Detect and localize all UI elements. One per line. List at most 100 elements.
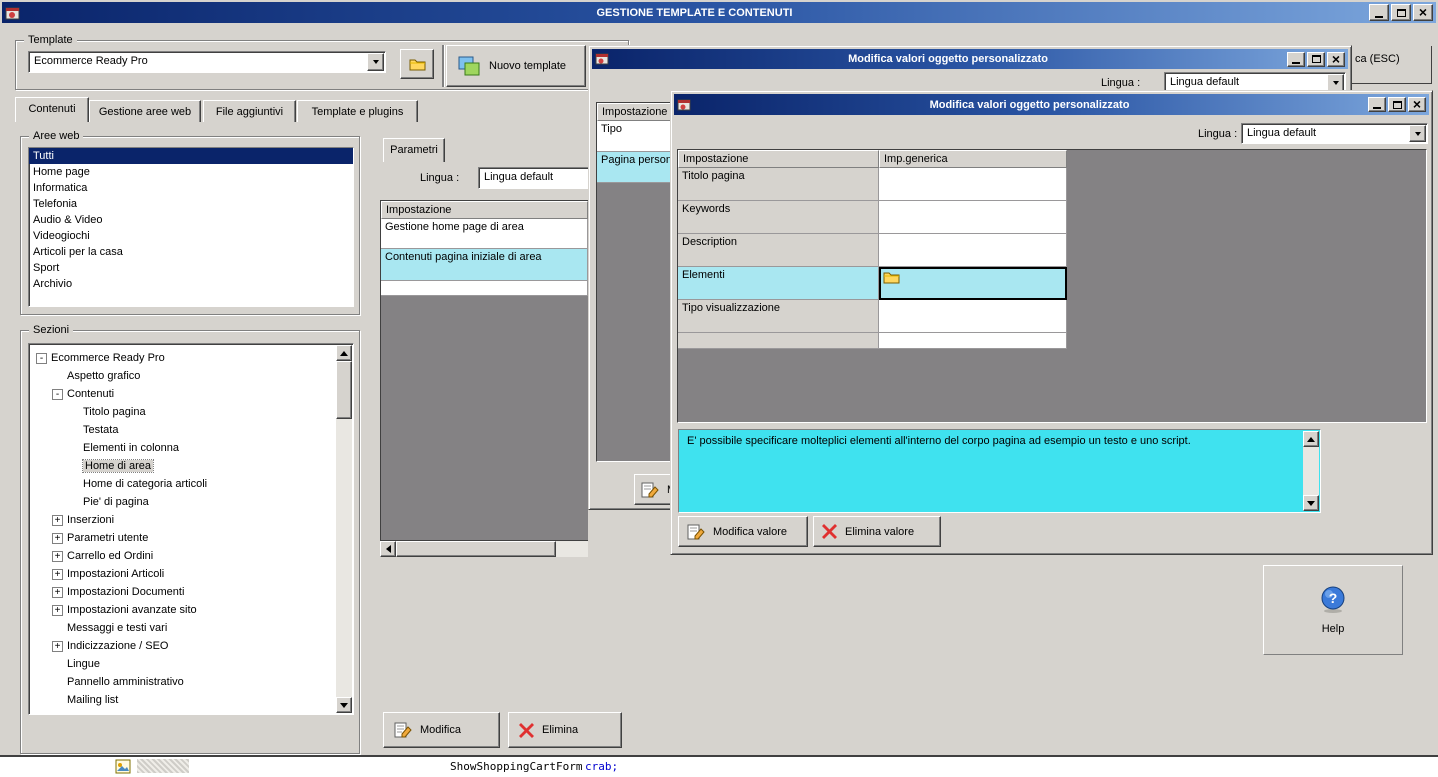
scrollbar-thumb[interactable] <box>396 541 556 557</box>
tree-item-selected[interactable]: Home di area <box>31 457 335 475</box>
scroll-up-button[interactable] <box>1303 431 1319 447</box>
setting-value-cell[interactable] <box>879 300 1067 333</box>
tree-scrollbar[interactable] <box>336 345 352 713</box>
setting-value-cell[interactable] <box>879 234 1067 267</box>
tree-item[interactable]: Pannello amministrativo <box>31 673 335 691</box>
help-button[interactable]: ? Help <box>1263 565 1403 655</box>
setting-value-editor[interactable] <box>879 267 1067 300</box>
tree-expander-icon[interactable]: + <box>52 586 63 598</box>
tree-item[interactable]: Aspetto grafico <box>31 367 335 385</box>
list-item-audio-video[interactable]: Audio & Video <box>29 212 353 228</box>
tree-item[interactable]: Lingue <box>31 655 335 673</box>
tree-expander-icon[interactable]: + <box>52 640 63 652</box>
tree-expander-icon[interactable]: - <box>52 388 63 400</box>
folder-icon[interactable] <box>883 271 900 284</box>
list-item-informatica[interactable]: Informatica <box>29 180 353 196</box>
setting-value-cell[interactable] <box>879 201 1067 234</box>
tree-expander-icon[interactable]: + <box>52 568 63 580</box>
table-row[interactable]: Description <box>678 234 1067 267</box>
setting-name-cell[interactable]: Keywords <box>678 201 879 234</box>
tab-parametri[interactable]: Parametri <box>383 138 445 162</box>
table-row-empty[interactable] <box>381 281 588 296</box>
close-button[interactable] <box>1327 51 1345 67</box>
template-combo[interactable]: Ecommerce Ready Pro <box>28 51 386 73</box>
scroll-down-button[interactable] <box>1303 495 1319 511</box>
info-scrollbar[interactable] <box>1303 431 1319 511</box>
setting-name-cell[interactable]: Description <box>678 234 879 267</box>
tree-item[interactable]: Elementi in colonna <box>31 439 335 457</box>
background-widget-fragment[interactable] <box>115 759 189 774</box>
scrollbar-thumb[interactable] <box>336 361 352 419</box>
tree-item[interactable]: + Indicizzazione / SEO <box>31 637 335 655</box>
modifica-button[interactable]: Modifica <box>383 712 500 748</box>
lingua-combo-arrow[interactable] <box>1409 125 1426 142</box>
tree-item[interactable]: + Carrello ed Ordini <box>31 547 335 565</box>
list-item-home-page[interactable]: Home page <box>29 164 353 180</box>
setting-name-cell[interactable]: Elementi <box>678 267 879 300</box>
open-template-button[interactable] <box>400 49 434 79</box>
tree-item[interactable]: Titolo pagina <box>31 403 335 421</box>
scroll-up-button[interactable] <box>336 345 352 361</box>
tree-expander-icon[interactable]: + <box>52 532 63 544</box>
tree-item[interactable]: - Contenuti <box>31 385 335 403</box>
setting-name-cell[interactable]: Titolo pagina <box>678 168 879 201</box>
template-combo-arrow[interactable] <box>367 53 384 71</box>
setting-name-cell[interactable] <box>678 333 879 349</box>
tree-expander-icon[interactable]: + <box>52 550 63 562</box>
minimize-button[interactable] <box>1287 51 1305 67</box>
tab-gestione-aree-web[interactable]: Gestione aree web <box>89 100 201 122</box>
elimina-valore-button[interactable]: Elimina valore <box>813 516 941 547</box>
lingua-combo[interactable]: Lingua default <box>1241 123 1428 144</box>
scroll-left-button[interactable] <box>380 541 396 557</box>
tree-item[interactable]: + Impostazioni Articoli <box>31 565 335 583</box>
minimize-button[interactable] <box>1368 97 1386 112</box>
new-template-button[interactable]: Nuovo template <box>446 45 586 87</box>
table-row[interactable]: Titolo pagina <box>678 168 1067 201</box>
main-titlebar[interactable]: GESTIONE TEMPLATE E CONTENUTI <box>2 2 1436 23</box>
maximize-button[interactable] <box>1307 51 1325 67</box>
tree-item[interactable]: Home di categoria articoli <box>31 475 335 493</box>
list-item-tutti[interactable]: Tutti <box>29 148 353 164</box>
modifica-valore-button[interactable]: Modifica valore <box>678 516 808 547</box>
parametri-table-hscroll[interactable] <box>380 541 588 557</box>
list-item-articoli-per-la-casa[interactable]: Articoli per la casa <box>29 244 353 260</box>
tree-item[interactable]: Pie' di pagina <box>31 493 335 511</box>
close-button[interactable] <box>1408 97 1426 112</box>
table-row-empty[interactable] <box>678 333 1067 349</box>
scroll-down-button[interactable] <box>336 697 352 713</box>
table-row[interactable]: Tipo visualizzazione <box>678 300 1067 333</box>
tree-item[interactable]: Spese trasporto/incasso gratuite <box>31 709 335 711</box>
tree-item[interactable]: Messaggi e testi vari <box>31 619 335 637</box>
tree-item[interactable]: + Parametri utente <box>31 529 335 547</box>
setting-value-cell[interactable] <box>879 333 1067 349</box>
tab-contenuti[interactable]: Contenuti <box>15 97 89 122</box>
list-item-videogiochi[interactable]: Videogiochi <box>29 228 353 244</box>
tab-template-e-plugins[interactable]: Template e plugins <box>297 100 418 122</box>
maximize-button[interactable] <box>1388 97 1406 112</box>
dialog-titlebar[interactable]: Modifica valori oggetto personalizzato <box>592 49 1348 69</box>
esc-button-fragment[interactable]: ca (ESC) <box>1352 46 1432 84</box>
close-button[interactable] <box>1413 4 1433 21</box>
tree-item[interactable]: + Impostazioni Documenti <box>31 583 335 601</box>
table-row-selected[interactable]: Elementi <box>678 267 1067 300</box>
tree-item[interactable]: Testata <box>31 421 335 439</box>
tree-expander-icon[interactable]: + <box>52 514 63 526</box>
tree-item[interactable]: Mailing list <box>31 691 335 709</box>
tree-item[interactable]: - Ecommerce Ready Pro <box>31 349 335 367</box>
dialog-titlebar[interactable]: Modifica valori oggetto personalizzato <box>674 94 1429 115</box>
setting-name-cell[interactable]: Tipo visualizzazione <box>678 300 879 333</box>
setting-value-cell[interactable] <box>879 168 1067 201</box>
tree-item[interactable]: + Inserzioni <box>31 511 335 529</box>
tree-expander-icon[interactable]: - <box>36 352 47 364</box>
table-row[interactable]: Gestione home page di area <box>381 219 588 249</box>
tab-file-aggiuntivi[interactable]: File aggiuntivi <box>203 100 296 122</box>
maximize-button[interactable] <box>1391 4 1411 21</box>
elimina-button[interactable]: Elimina <box>508 712 622 748</box>
tree-expander-icon[interactable]: + <box>52 604 63 616</box>
list-item-sport[interactable]: Sport <box>29 260 353 276</box>
minimize-button[interactable] <box>1369 4 1389 21</box>
table-row-selected[interactable]: Contenuti pagina iniziale di area <box>381 249 588 281</box>
list-item-archivio[interactable]: Archivio <box>29 276 353 292</box>
list-item-telefonia[interactable]: Telefonia <box>29 196 353 212</box>
tree-item[interactable]: + Impostazioni avanzate sito <box>31 601 335 619</box>
